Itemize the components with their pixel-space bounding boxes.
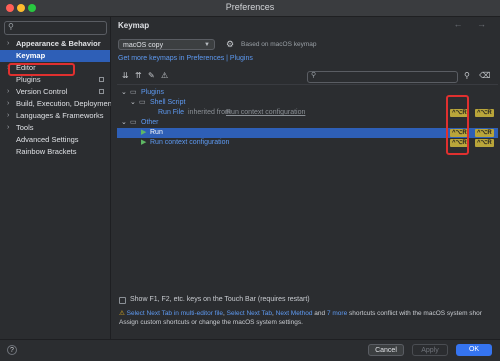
chevron-down-icon: ▼ [204,42,210,48]
keymap-select[interactable]: macOS copy ▼ [118,39,215,50]
more-keymaps-link[interactable]: Get more keymaps in Preferences | Plugin… [118,55,253,62]
title-bar: Preferences [0,0,500,17]
sidebar-item-keymap[interactable]: Keymap [0,50,110,62]
sidebar-item-label: Keymap [16,51,46,60]
project-settings-icon [99,77,104,82]
inherited-link[interactable]: Run context configuration [226,108,305,118]
collapse-all-icon[interactable]: ⇈ [135,71,142,80]
sidebar-item-advanced-settings[interactable]: Advanced Settings [0,134,110,146]
find-by-shortcut-icons: ⚲ ⌫ [464,71,490,80]
gear-icon[interactable]: ⚙ [226,39,234,50]
window-title: Preferences [225,2,275,12]
tree-row-run-file[interactable]: Run File inherited from Run context conf… [117,108,498,118]
search-icon: ⚲ [311,72,317,79]
tree-row-other[interactable]: ⌄ ▭ Other [117,118,498,128]
sidebar-item-label: Languages & Frameworks [16,111,104,120]
shortcut-badge: ^⌥R [475,109,494,117]
tree-row-label: Other [141,119,159,126]
sidebar-item-tools[interactable]: › Tools [0,122,110,134]
sidebar-item-label: Version Control [16,87,68,96]
search-icon: ⚲ [8,22,14,31]
tree-row-shell-script[interactable]: ⌄ ▭ Shell Script [117,98,498,108]
sidebar-item-label: Appearance & Behavior [16,39,101,48]
sidebar-item-label: Build, Execution, Deployment [16,99,114,108]
chevron-right-icon: › [7,100,10,107]
conflict-link-1[interactable]: Select Next Tab in multi-editor file [127,310,223,317]
tree-row-label: Run [150,129,163,136]
folder-icon: ▭ [130,119,137,126]
find-by-shortcut-icon[interactable]: ⚲ [464,71,470,80]
folder-icon: ▭ [130,89,137,96]
tree-row-run-context-configuration[interactable]: ▶ Run context configuration ^⌥R ^⌥R [117,138,498,148]
apply-button[interactable]: Apply [412,344,448,356]
sidebar-item-build-execution-deployment[interactable]: › Build, Execution, Deployment [0,98,114,110]
chevron-right-icon: › [7,112,10,119]
chevron-down-icon: ⌄ [130,99,136,106]
ok-button[interactable]: OK [456,344,492,356]
sidebar-item-label: Tools [16,123,34,132]
conflict-warning: ⚠ Select Next Tab in multi-editor file, … [119,309,494,327]
dialog-footer: ? Cancel Apply OK [0,339,500,361]
keymap-tree: ⌄ ▭ Plugins ⌄ ▭ Shell Script Run File in… [117,84,498,311]
run-play-icon: ▶ [141,139,147,146]
sidebar-item-rainbow-brackets[interactable]: Rainbow Brackets [0,146,110,158]
tree-row-label: Plugins [141,89,164,96]
project-settings-icon [99,89,104,94]
keymap-panel: Keymap ← → macOS copy ▼ ⚙ Based on macOS… [111,17,500,339]
find-action-input[interactable]: ⚲ [307,71,458,83]
tree-row-label: Run File [158,109,185,116]
based-on-label: Based on macOS keymap [241,41,317,48]
chevron-right-icon: › [7,124,10,131]
tree-row-label: Run context configuration [150,139,230,146]
shortcut-badge: ^⌥R [475,129,494,137]
expand-all-icon[interactable]: ⇊ [122,71,129,80]
folder-icon: ▭ [139,99,146,106]
conflict-link-more[interactable]: 7 more [327,310,347,317]
cancel-button[interactable]: Cancel [368,344,404,356]
conflict-link-3[interactable]: Next Method [276,310,313,317]
inherited-label: inherited from [188,109,231,116]
warning-filter-icon[interactable]: ⚠ [161,71,168,80]
run-play-icon: ▶ [141,129,147,136]
tree-row-label: Shell Script [150,99,186,106]
highlight-annotation-shortcuts [446,95,469,155]
help-button[interactable]: ? [7,345,17,355]
page-title: Keymap [118,21,150,30]
clear-filter-icon[interactable]: ⌫ [479,71,490,80]
tree-row-run[interactable]: ▶ Run ^⌥R ^⌥R [117,128,498,138]
sidebar-item-languages-frameworks[interactable]: › Languages & Frameworks [0,110,110,122]
touchbar-checkbox[interactable] [119,297,126,304]
shortcut-badge: ^⌥R [475,139,494,147]
conflict-hint: Assign custom shortcuts or change the ma… [119,319,303,326]
tree-row-plugins[interactable]: ⌄ ▭ Plugins [117,88,498,98]
touchbar-checkbox-label[interactable]: Show F1, F2, etc. keys on the Touch Bar … [130,296,310,303]
sidebar-item-label: Rainbow Brackets [16,147,77,156]
highlight-annotation-keymap [8,63,75,76]
settings-search-input[interactable]: ⚲ [4,21,107,35]
settings-sidebar: ⚲ › Appearance & Behavior Keymap › Editor Plu… [0,17,114,339]
conflict-link-2[interactable]: Select Next Tab [227,310,272,317]
warning-icon: ⚠ [119,310,125,317]
chevron-right-icon: › [7,88,10,95]
keymap-select-value: macOS copy [123,42,164,49]
conflict-message: shortcuts conflict with the macOS system… [347,310,482,317]
edit-shortcut-icon[interactable]: ✎ [148,71,155,80]
chevron-down-icon: ⌄ [121,119,127,126]
sidebar-item-appearance-behavior[interactable]: › Appearance & Behavior [0,38,110,50]
sidebar-item-version-control[interactable]: › Version Control [0,86,110,98]
chevron-right-icon: › [7,40,10,47]
chevron-down-icon: ⌄ [121,89,127,96]
sidebar-item-label: Advanced Settings [16,135,79,144]
separator: and [312,310,327,317]
preferences-window: Preferences ⚲ › Appearance & Behavior Keym… [0,0,500,361]
history-arrows[interactable]: ← → [453,19,492,29]
